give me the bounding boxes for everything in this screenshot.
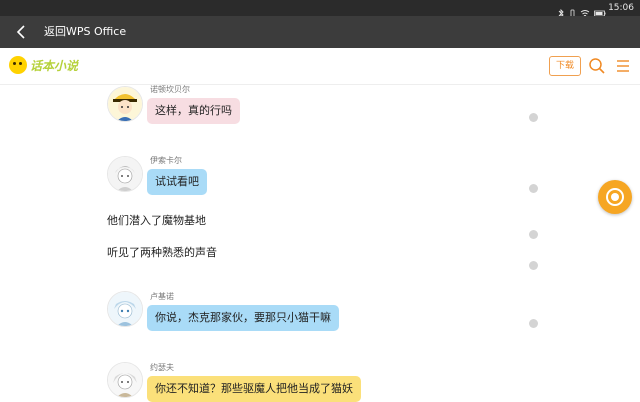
speaker-name: 伊索卡尔: [150, 156, 182, 165]
comment-dot-icon[interactable]: [529, 319, 538, 328]
menu-icon[interactable]: [615, 58, 631, 74]
back-arrow-icon[interactable]: [14, 24, 30, 40]
avatar-joseph[interactable]: [107, 362, 143, 398]
message-bubble: 你说，杰克那家伙，要那只小猫干嘛: [147, 305, 339, 331]
speaker-name: 约瑟夫: [150, 363, 174, 372]
comment-dot-icon[interactable]: [529, 113, 538, 122]
message-bubble: 这样，真的行吗: [147, 98, 240, 124]
app-header: 话本小说 下载: [0, 48, 640, 85]
speaker-name: 诺顿坎贝尔: [150, 85, 190, 94]
logo-face-icon: [9, 56, 27, 74]
avatar-lujino[interactable]: [107, 291, 143, 327]
search-icon[interactable]: [588, 57, 606, 75]
avatar-nuoton[interactable]: [107, 86, 143, 122]
comment-dot-icon[interactable]: [529, 230, 538, 239]
story-chat[interactable]: 诺顿坎贝尔 这样，真的行吗 伊索卡尔 试试看吧 他们潜入了魔物基地 听见了两种熟…: [0, 85, 640, 402]
message-bubble: 你还不知道？那些驱魔人把他当成了猫妖: [147, 376, 361, 402]
narration-text: 他们潜入了魔物基地: [107, 214, 206, 227]
avatar-isokaer[interactable]: [107, 156, 143, 192]
app-logo[interactable]: 话本小说: [9, 56, 78, 74]
status-bar: 15:06: [0, 0, 640, 19]
message-bubble: 试试看吧: [147, 169, 207, 195]
nav-bar: 返回WPS Office: [0, 16, 640, 48]
status-time: 15:06: [608, 3, 634, 13]
bluetooth-icon: [558, 3, 565, 19]
download-button[interactable]: 下载: [549, 56, 581, 76]
back-to-wps-link[interactable]: 返回WPS Office: [44, 25, 126, 39]
target-dot-icon: [611, 193, 619, 201]
comment-dot-icon[interactable]: [529, 261, 538, 270]
battery-icon: [594, 3, 606, 17]
wifi-icon: [580, 3, 590, 17]
logo-text: 话本小说: [30, 58, 79, 73]
floating-action-button[interactable]: [598, 180, 632, 214]
status-icons: [558, 3, 606, 19]
comment-dot-icon[interactable]: [529, 184, 538, 193]
vibrate-icon: [569, 3, 576, 18]
narration-text: 听见了两种熟悉的声音: [107, 246, 217, 259]
speaker-name: 卢基诺: [150, 292, 174, 301]
